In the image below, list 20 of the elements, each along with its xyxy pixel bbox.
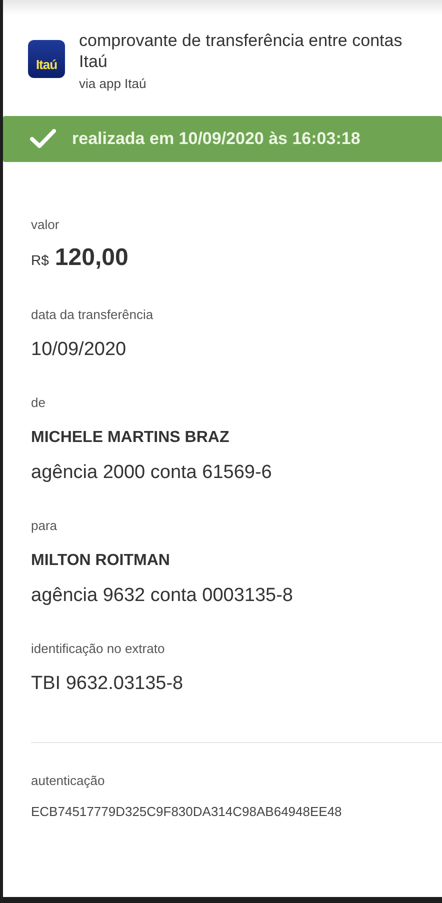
- field-label: data da transferência: [31, 306, 154, 324]
- account-details: agência 2000 conta 61569-6: [31, 461, 273, 485]
- field-label: valor: [31, 216, 60, 234]
- currency-symbol: R$: [31, 251, 49, 270]
- field-label: de: [31, 394, 46, 412]
- app-logo: Itaú: [28, 40, 66, 78]
- status-text: realizada em 10/09/2020 às 16:03:18: [72, 129, 360, 149]
- field-label: autenticação: [31, 772, 106, 790]
- field-label: identificação no extrato: [31, 640, 166, 658]
- title: comprovante de transferência entre contas Itaú: [79, 30, 404, 72]
- amount-value: 120,00: [54, 243, 128, 273]
- account-holder-name: MICHELE MARTINS BRAZ: [31, 428, 230, 448]
- authentication-code: ECB74517779D325C9F830DA314C98AB64948EE48: [31, 803, 343, 821]
- check-icon: [30, 129, 56, 149]
- account-details: agência 9632 conta 0003135-8: [31, 584, 294, 608]
- field-value: 10/09/2020: [31, 338, 128, 362]
- subtitle: via app Itaú: [79, 76, 148, 92]
- field-value: TBI 9632.03135-8: [31, 672, 184, 696]
- field-label: para: [31, 517, 58, 535]
- account-holder-name: MILTON ROITMAN: [31, 551, 171, 571]
